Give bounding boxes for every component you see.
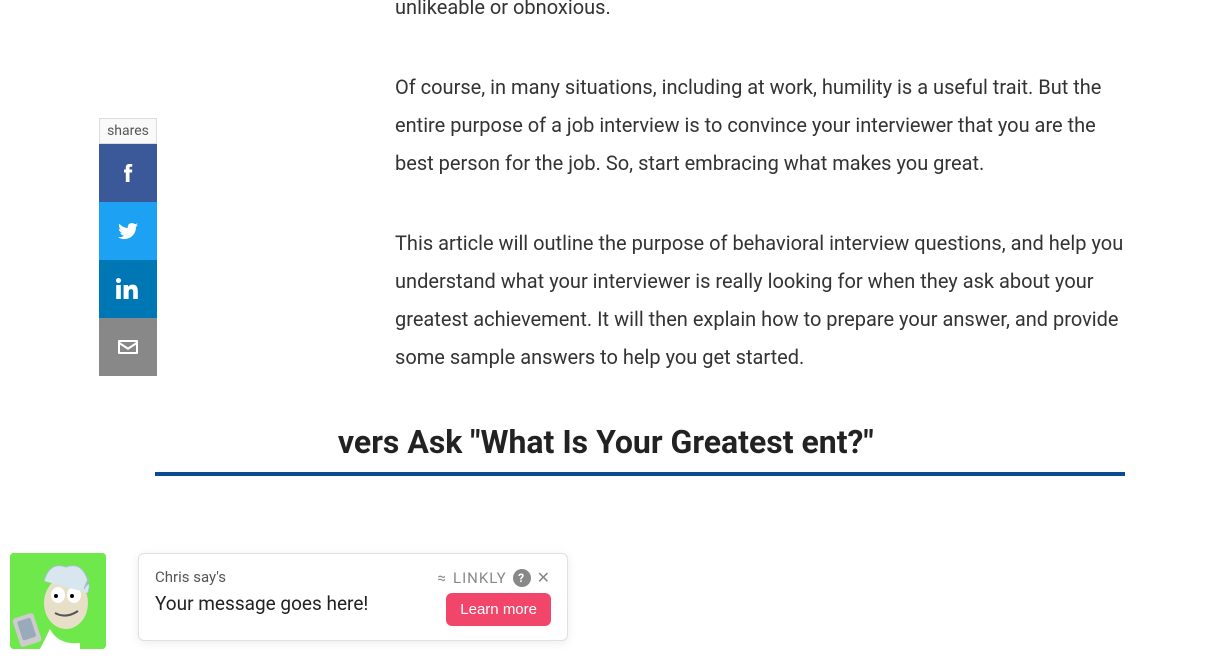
paragraph-text: unlikeable or obnoxious. — [395, 0, 611, 19]
help-icon[interactable]: ? — [513, 569, 531, 587]
paragraph: This article will outline the purpose of… — [395, 224, 1125, 376]
share-facebook-button[interactable] — [99, 144, 157, 202]
chat-bubble: Chris say's Your message goes here! ≈ LI… — [138, 553, 568, 641]
chat-brand-name: LINKLY — [453, 569, 507, 587]
twitter-icon — [116, 219, 140, 243]
facebook-icon — [116, 161, 140, 185]
chat-message-text: Your message goes here! — [155, 592, 368, 615]
chat-brand-row: ≈ LINKLY ? ✕ — [438, 568, 551, 587]
section-heading: vers Ask "What Is Your Greatest ent?" — [155, 418, 1125, 476]
share-sidebar: shares — [99, 118, 157, 376]
article-body: unlikeable or obnoxious. Of course, in m… — [395, 0, 1125, 476]
share-email-button[interactable] — [99, 318, 157, 376]
email-icon — [116, 335, 140, 359]
paragraph: Of course, in many situations, including… — [395, 68, 1125, 182]
learn-more-button[interactable]: Learn more — [446, 593, 551, 626]
close-icon[interactable]: ✕ — [537, 568, 551, 587]
share-linkedin-button[interactable] — [99, 260, 157, 318]
avatar-cartoon-icon — [10, 553, 106, 649]
heading-text: vers Ask "What Is Your Greatest ent?" — [338, 423, 874, 461]
wave-icon: ≈ — [438, 569, 447, 587]
chat-widget: Chris say's Your message goes here! ≈ LI… — [10, 553, 568, 649]
share-twitter-button[interactable] — [99, 202, 157, 260]
chat-avatar[interactable] — [10, 553, 106, 649]
shares-label: shares — [99, 118, 157, 144]
paragraph-partial-top: unlikeable or obnoxious. — [395, 0, 1125, 26]
chat-sender-label: Chris say's — [155, 568, 368, 586]
linkedin-icon — [116, 277, 140, 301]
